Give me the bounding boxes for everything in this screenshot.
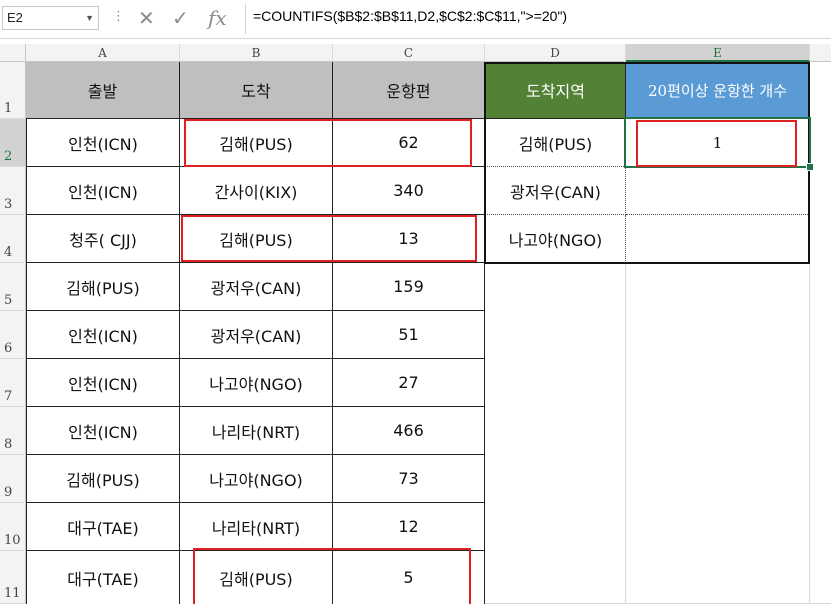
arrival-cell[interactable]: 광저우(CAN)	[180, 311, 333, 359]
header-arrival[interactable]: 도착	[180, 62, 333, 119]
departure-cell[interactable]: 인천(ICN)	[26, 311, 180, 359]
flights-cell[interactable]: 466	[333, 407, 485, 455]
departure-cell[interactable]: 대구(TAE)	[26, 503, 180, 551]
column-header-f[interactable]	[810, 44, 831, 62]
formula-input[interactable]: =COUNTIFS($B$2:$B$11,D2,$C$2:$C$11,">=20…	[253, 8, 567, 24]
name-box-value: E2	[7, 10, 23, 25]
departure-cell[interactable]: 인천(ICN)	[26, 407, 180, 455]
empty-cells-f[interactable]	[810, 62, 831, 604]
departure-cell[interactable]: 대구(TAE)	[26, 551, 180, 604]
chevron-down-icon[interactable]: ▼	[85, 7, 94, 29]
flights-cell[interactable]: 12	[333, 503, 485, 551]
cancel-icon[interactable]: ✕	[138, 6, 155, 30]
header-departure[interactable]: 출발	[26, 62, 180, 119]
empty-cells-d[interactable]	[485, 263, 626, 604]
arrival-cell[interactable]: 나리타(NRT)	[180, 503, 333, 551]
insert-function-icon[interactable]: fx	[208, 6, 227, 30]
empty-cells-e[interactable]	[626, 263, 810, 604]
row-header[interactable]: 1	[0, 62, 26, 119]
arrival-cell[interactable]: 나고야(NGO)	[180, 455, 333, 503]
row-header[interactable]: 10	[0, 503, 26, 551]
header-count[interactable]: 20편이상 운항한 개수	[626, 62, 810, 119]
summary-count-cell[interactable]	[626, 215, 810, 263]
row-header[interactable]: 2	[0, 119, 26, 167]
column-header-b[interactable]: B	[180, 44, 333, 62]
summary-destination-cell[interactable]: 광저우(CAN)	[485, 167, 626, 215]
summary-count-cell[interactable]: 1	[626, 119, 810, 167]
more-options-icon[interactable]: ⋮	[112, 9, 125, 24]
flights-cell[interactable]: 340	[333, 167, 485, 215]
flights-cell[interactable]: 51	[333, 311, 485, 359]
flights-cell[interactable]: 159	[333, 263, 485, 311]
flights-cell[interactable]: 13	[333, 215, 485, 263]
summary-destination-cell[interactable]: 김해(PUS)	[485, 119, 626, 167]
formula-separator	[245, 4, 246, 34]
row-header[interactable]: 7	[0, 359, 26, 407]
row-header[interactable]: 11	[0, 551, 26, 604]
departure-cell[interactable]: 김해(PUS)	[26, 455, 180, 503]
enter-icon[interactable]: ✓	[172, 6, 189, 30]
column-header-c[interactable]: C	[333, 44, 485, 62]
header-flights[interactable]: 운항편	[333, 62, 485, 119]
row-header[interactable]: 6	[0, 311, 26, 359]
flights-cell[interactable]: 5	[333, 551, 485, 604]
header-destination[interactable]: 도착지역	[485, 62, 626, 119]
name-box[interactable]: E2 ▼	[2, 6, 99, 30]
departure-cell[interactable]: 인천(ICN)	[26, 119, 180, 167]
arrival-cell[interactable]: 김해(PUS)	[180, 215, 333, 263]
arrival-cell[interactable]: 나리타(NRT)	[180, 407, 333, 455]
arrival-cell[interactable]: 김해(PUS)	[180, 119, 333, 167]
formula-bar: E2 ▼ ⋮ ✕ ✓ fx =COUNTIFS($B$2:$B$11,D2,$C…	[0, 0, 831, 39]
departure-cell[interactable]: 김해(PUS)	[26, 263, 180, 311]
flights-cell[interactable]: 62	[333, 119, 485, 167]
departure-cell[interactable]: 인천(ICN)	[26, 359, 180, 407]
departure-cell[interactable]: 청주( CJJ)	[26, 215, 180, 263]
column-header-a[interactable]: A	[26, 44, 180, 62]
flights-cell[interactable]: 27	[333, 359, 485, 407]
departure-cell[interactable]: 인천(ICN)	[26, 167, 180, 215]
summary-count-cell[interactable]	[626, 167, 810, 215]
arrival-cell[interactable]: 나고야(NGO)	[180, 359, 333, 407]
fill-handle[interactable]	[806, 163, 814, 171]
row-header[interactable]: 4	[0, 215, 26, 263]
row-header[interactable]: 8	[0, 407, 26, 455]
row-header[interactable]: 5	[0, 263, 26, 311]
row-header[interactable]: 9	[0, 455, 26, 503]
flights-cell[interactable]: 73	[333, 455, 485, 503]
column-header-e[interactable]: E	[626, 44, 810, 62]
column-header-d[interactable]: D	[485, 44, 626, 62]
arrival-cell[interactable]: 광저우(CAN)	[180, 263, 333, 311]
row-header[interactable]: 3	[0, 167, 26, 215]
arrival-cell[interactable]: 간사이(KIX)	[180, 167, 333, 215]
arrival-cell[interactable]: 김해(PUS)	[180, 551, 333, 604]
summary-destination-cell[interactable]: 나고야(NGO)	[485, 215, 626, 263]
select-all-corner[interactable]	[0, 44, 26, 62]
